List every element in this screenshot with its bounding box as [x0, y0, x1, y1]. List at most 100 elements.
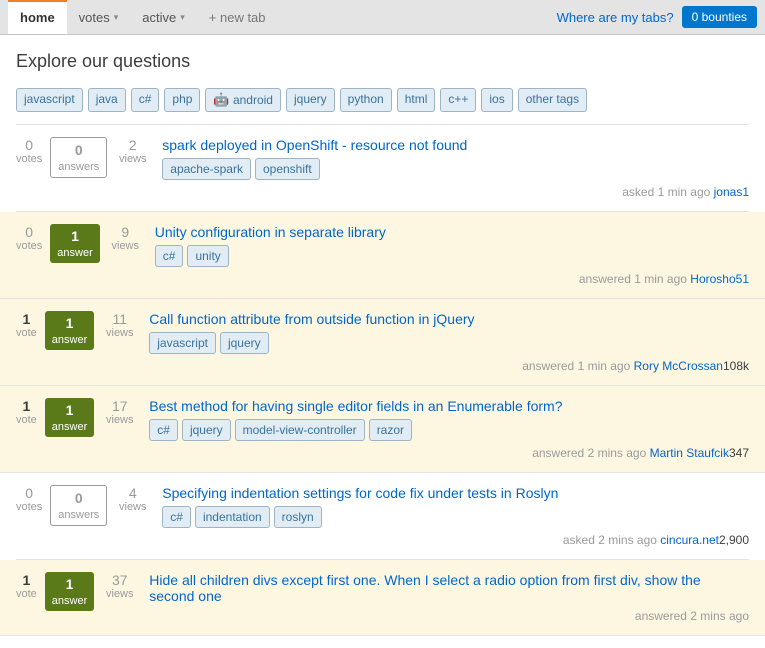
meta-text: answered 1 min ago — [579, 272, 690, 286]
question-tag[interactable]: roslyn — [274, 506, 322, 528]
question-tag[interactable]: unity — [187, 245, 228, 267]
tag-jquery[interactable]: jquery — [286, 88, 335, 112]
views-label: views — [119, 501, 147, 513]
question-tag[interactable]: javascript — [149, 332, 216, 354]
question-content: Hide all children divs except first one.… — [149, 572, 749, 623]
main-content: Explore our questions javascriptjavac#ph… — [0, 35, 765, 648]
question-row: 1vote1answer17viewsBest method for havin… — [0, 386, 765, 473]
question-meta: answered 1 min ago Horosho51 — [155, 272, 749, 286]
question-tag[interactable]: model-view-controller — [235, 419, 365, 441]
tag-python[interactable]: python — [340, 88, 392, 112]
question-tag[interactable]: razor — [369, 419, 412, 441]
votes-label: votes — [16, 240, 42, 252]
votes-block: 0votes — [16, 224, 42, 252]
answers-badge: 1answer — [50, 224, 99, 263]
question-row: 1vote1answer11viewsCall function attribu… — [0, 299, 765, 386]
where-tabs-link[interactable]: Where are my tabs? — [557, 10, 674, 25]
views-count: 17 — [112, 398, 128, 414]
question-title[interactable]: Call function attribute from outside fun… — [149, 311, 749, 327]
views-block: 9views — [108, 224, 143, 252]
answers-badge: 0answers — [50, 485, 107, 526]
tab-active[interactable]: active ▾ — [130, 2, 197, 33]
user-link[interactable]: Rory McCrossan — [634, 359, 723, 373]
tag-c-[interactable]: c# — [131, 88, 160, 112]
views-block: 17views — [102, 398, 137, 426]
tab-active-label: active — [142, 10, 176, 25]
tab-votes[interactable]: votes ▾ — [67, 2, 131, 33]
question-tag[interactable]: openshift — [255, 158, 320, 180]
explore-header: Explore our questions javascriptjavac#ph… — [16, 47, 749, 112]
tab-home-label: home — [20, 10, 55, 25]
question-content: Call function attribute from outside fun… — [149, 311, 749, 373]
views-label: views — [119, 153, 147, 165]
tag-java[interactable]: java — [88, 88, 126, 112]
question-tags: c#indentationroslyn — [162, 506, 749, 528]
question-title[interactable]: Specifying indentation settings for code… — [162, 485, 749, 501]
votes-count: 0 — [25, 137, 33, 153]
votes-count: 0 — [25, 224, 33, 240]
nav-tabs: home votes ▾ active ▾ + new tab Where ar… — [0, 0, 765, 35]
meta-text: answered 2 mins ago — [635, 609, 749, 623]
question-tags: javascriptjquery — [149, 332, 749, 354]
user-link[interactable]: cincura.net — [660, 533, 719, 547]
question-tag[interactable]: c# — [155, 245, 184, 267]
answers-count: 1 — [52, 576, 87, 592]
tag-javascript[interactable]: javascript — [16, 88, 83, 112]
user-link[interactable]: Horosho51 — [690, 272, 749, 286]
question-tag[interactable]: jquery — [220, 332, 269, 354]
tag-android[interactable]: 🤖 android — [205, 88, 281, 112]
question-tag[interactable]: jquery — [182, 419, 231, 441]
views-block: 2views — [115, 137, 150, 165]
answers-count: 1 — [57, 228, 92, 244]
question-content: Best method for having single editor fie… — [149, 398, 749, 460]
question-meta: asked 1 min ago jonas1 — [162, 185, 749, 199]
question-row: 1vote1answer37viewsHide all children div… — [0, 560, 765, 636]
answers-badge: 0answers — [50, 137, 107, 178]
tag-other-tags[interactable]: other tags — [518, 88, 587, 112]
question-tags: apache-sparkopenshift — [162, 158, 749, 180]
tab-home[interactable]: home — [8, 0, 67, 34]
meta-text: answered 2 mins ago — [532, 446, 649, 460]
stats-wrapper: 0votes0answers2views — [16, 137, 150, 178]
android-robot-icon: 🤖 — [213, 92, 229, 107]
tag-ios[interactable]: ios — [481, 88, 512, 112]
question-title[interactable]: spark deployed in OpenShift - resource n… — [162, 137, 749, 153]
answers-badge: 1 answer — [45, 572, 94, 611]
tag-html[interactable]: html — [397, 88, 436, 112]
tag-c--[interactable]: c++ — [440, 88, 476, 112]
question-meta: answered 2 mins ago — [149, 609, 749, 623]
question-tag[interactable]: indentation — [195, 506, 270, 528]
votes-block: 1vote — [16, 572, 37, 600]
votes-count: 1 — [23, 398, 31, 414]
question-meta: answered 1 min ago Rory McCrossan108k — [149, 359, 749, 373]
answers-label: answer — [52, 595, 87, 607]
questions-list: 0votes0answers2viewsspark deployed in Op… — [16, 124, 749, 636]
user-link[interactable]: Martin Staufcik — [650, 446, 729, 460]
question-tag[interactable]: c# — [162, 506, 191, 528]
new-tab-button[interactable]: + new tab — [197, 2, 278, 33]
bounties-button[interactable]: 0 bounties — [682, 6, 757, 28]
question-title[interactable]: Best method for having single editor fie… — [149, 398, 749, 414]
question-tags: c#unity — [155, 245, 749, 267]
question-content: Specifying indentation settings for code… — [162, 485, 749, 547]
votes-caret-icon: ▾ — [114, 12, 119, 23]
votes-label: votes — [16, 501, 42, 513]
answers-count: 1 — [52, 402, 87, 418]
views-count: 11 — [112, 311, 127, 327]
tag-php[interactable]: php — [164, 88, 200, 112]
views-label: views — [106, 414, 134, 426]
question-title[interactable]: Hide all children divs except first one.… — [149, 572, 749, 604]
question-title[interactable]: Unity configuration in separate library — [155, 224, 749, 240]
answers-label: answer — [52, 334, 87, 346]
votes-block: 1vote — [16, 398, 37, 426]
question-tag[interactable]: apache-spark — [162, 158, 251, 180]
nav-right: Where are my tabs? 0 bounties — [557, 6, 757, 28]
user-link[interactable]: jonas1 — [714, 185, 749, 199]
answers-label: answer — [52, 421, 87, 433]
views-block: 4views — [115, 485, 150, 513]
answers-count: 0 — [58, 142, 99, 158]
tags-area: javascriptjavac#php🤖 androidjquerypython… — [16, 88, 587, 112]
question-row: 0votes0answers2viewsspark deployed in Op… — [16, 125, 749, 212]
views-label: views — [106, 588, 134, 600]
question-tag[interactable]: c# — [149, 419, 178, 441]
